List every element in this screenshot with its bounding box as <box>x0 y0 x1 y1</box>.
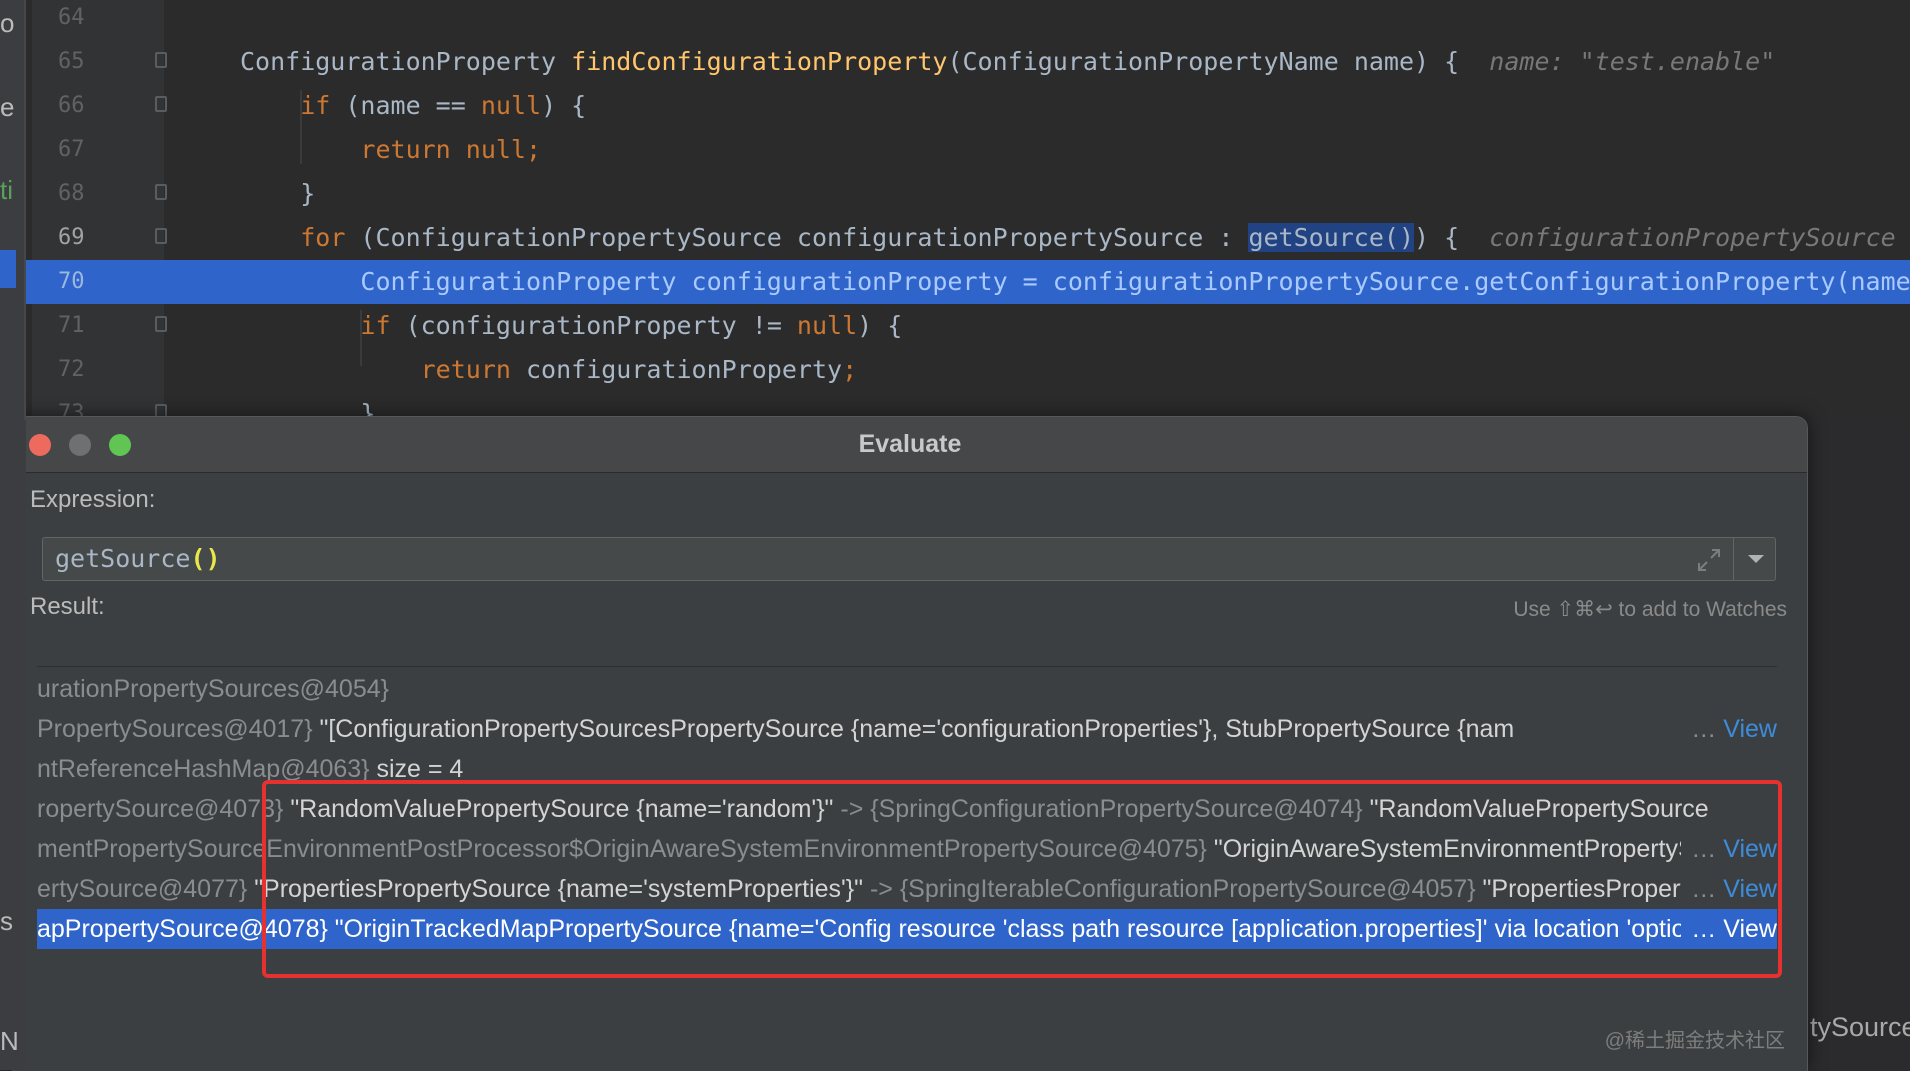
code-line[interactable]: 67 return null; <box>0 128 1910 172</box>
strip-label: o <box>0 8 15 38</box>
result-token: ertySource@4077} <box>37 875 255 903</box>
code-line[interactable]: 70 ConfigurationProperty configurationPr… <box>0 260 1910 304</box>
chevron-down-icon <box>1748 555 1764 563</box>
line-number[interactable]: 71 <box>58 304 98 348</box>
line-number[interactable]: 65 <box>58 40 98 84</box>
result-token: "[ConfigurationPropertySourcesPropertySo… <box>319 715 1515 743</box>
expand-editor-icon[interactable] <box>1695 546 1723 574</box>
code-token: return <box>420 355 511 384</box>
code-text[interactable]: } <box>240 172 315 216</box>
code-token: ; <box>842 355 858 384</box>
result-value: PropertySources@4017} "[ConfigurationPro… <box>37 709 1514 749</box>
line-number[interactable]: 72 <box>58 348 98 392</box>
history-dropdown-button[interactable] <box>1733 538 1778 580</box>
strip-label: N <box>0 1026 19 1056</box>
result-token: urationPropertySources@4054} <box>37 675 389 703</box>
code-token: (ConfigurationPropertySource configurati… <box>345 223 1249 252</box>
code-line[interactable]: 69 for (ConfigurationPropertySource conf… <box>0 216 1910 260</box>
expression-parens: () <box>190 544 221 573</box>
code-token: for <box>300 223 346 252</box>
code-token: null <box>480 91 542 120</box>
code-text[interactable]: if (configurationProperty != null) { <box>240 304 902 348</box>
annotation-highlight-box <box>262 780 1782 978</box>
result-tree-row[interactable]: PropertySources@4017} "[ConfigurationPro… <box>37 709 1777 749</box>
expression-label: Expression: <box>30 486 156 513</box>
expression-input[interactable]: getSource() <box>42 537 1776 581</box>
code-text[interactable]: return configurationProperty; <box>240 348 858 392</box>
result-token: ropertySource@4073} <box>37 795 291 823</box>
view-link-label[interactable]: View <box>1723 715 1777 743</box>
indent-guide <box>360 310 362 366</box>
line-number[interactable]: 64 <box>58 0 98 40</box>
result-label: Result: <box>30 593 105 620</box>
code-line[interactable]: 72 return configurationProperty; <box>0 348 1910 392</box>
code-token: return null; <box>360 135 542 164</box>
fold-marker-icon[interactable] <box>155 184 167 200</box>
strip-scrollbar[interactable] <box>24 0 26 420</box>
code-text[interactable]: ConfigurationProperty configurationPrope… <box>240 260 1910 304</box>
result-value: urationPropertySources@4054} <box>37 669 389 709</box>
code-token: (ConfigurationPropertyName name) { <box>947 47 1490 76</box>
dialog-title: Evaluate <box>858 430 962 458</box>
fold-marker-icon[interactable] <box>155 228 167 244</box>
dialog-titlebar[interactable]: Evaluate <box>13 417 1807 473</box>
code-text[interactable]: return null; <box>240 128 541 172</box>
code-text[interactable]: ConfigurationProperty findConfigurationP… <box>240 40 1775 84</box>
code-token: configurationPropertySource <box>1489 223 1896 252</box>
code-text[interactable]: for (ConfigurationPropertySource configu… <box>240 216 1896 260</box>
indent-guide <box>300 90 302 164</box>
code-editor: 64 65 ConfigurationProperty findConfigurat… <box>0 0 1910 420</box>
code-line[interactable]: 71 if (configurationProperty != null) { <box>0 304 1910 348</box>
code-line[interactable]: 66 if (name == null) { <box>0 84 1910 128</box>
expression-value[interactable]: getSource() <box>55 538 221 580</box>
code-token: name: "test.enable" <box>1489 47 1776 76</box>
code-token: ConfigurationProperty <box>240 47 572 76</box>
code-line[interactable]: 68 } <box>0 172 1910 216</box>
code-token: if <box>300 91 331 120</box>
strip-label: s <box>0 906 13 936</box>
strip-label: ti <box>0 175 13 205</box>
strip-label: e <box>0 92 15 122</box>
add-to-watches-hint: Use ⇧⌘↩ to add to Watches <box>1513 598 1787 621</box>
code-token: getSource() <box>1248 223 1415 252</box>
line-number[interactable]: 66 <box>58 84 98 128</box>
line-number[interactable]: 67 <box>58 128 98 172</box>
code-line[interactable]: 64 <box>0 0 1910 40</box>
line-number[interactable]: 70 <box>58 260 98 304</box>
ellipsis: … <box>1691 715 1724 743</box>
code-token: ) { <box>541 91 587 120</box>
fold-marker-icon[interactable] <box>155 96 167 112</box>
strip-selection-marker <box>0 250 16 288</box>
code-token: (configurationProperty != <box>390 311 797 340</box>
result-token: ntReferenceHashMap@4063} <box>37 755 377 783</box>
code-token: if <box>360 311 391 340</box>
code-token: null <box>796 311 858 340</box>
view-link[interactable]: … View <box>1681 709 1777 749</box>
line-number[interactable]: 68 <box>58 172 98 216</box>
result-token: size = 4 <box>376 755 464 783</box>
watermark: @稀土掘金技术社区 <box>1604 1030 1785 1052</box>
fold-marker-icon[interactable] <box>155 52 167 68</box>
right-background-text: tySource <box>1810 1012 1910 1042</box>
left-tool-strip: o e ti s N <box>0 0 26 1070</box>
code-token: ) { <box>857 311 903 340</box>
expression-method: getSource <box>55 544 191 573</box>
code-token: ) { <box>1414 223 1490 252</box>
result-tree-row[interactable]: urationPropertySources@4054} <box>37 669 1777 709</box>
fold-marker-icon[interactable] <box>155 316 167 332</box>
code-line[interactable]: 65 ConfigurationProperty findConfiguratio… <box>0 40 1910 84</box>
code-token: } <box>240 179 316 208</box>
code-text[interactable]: if (name == null) { <box>240 84 586 128</box>
code-token: ConfigurationProperty configurationPrope… <box>240 267 1910 296</box>
result-token: PropertySources@4017} <box>37 715 320 743</box>
line-number[interactable]: 69 <box>58 216 98 260</box>
code-token: (name == <box>330 91 481 120</box>
code-token: findConfigurationProperty <box>571 47 948 76</box>
code-token: configurationProperty <box>510 355 843 384</box>
